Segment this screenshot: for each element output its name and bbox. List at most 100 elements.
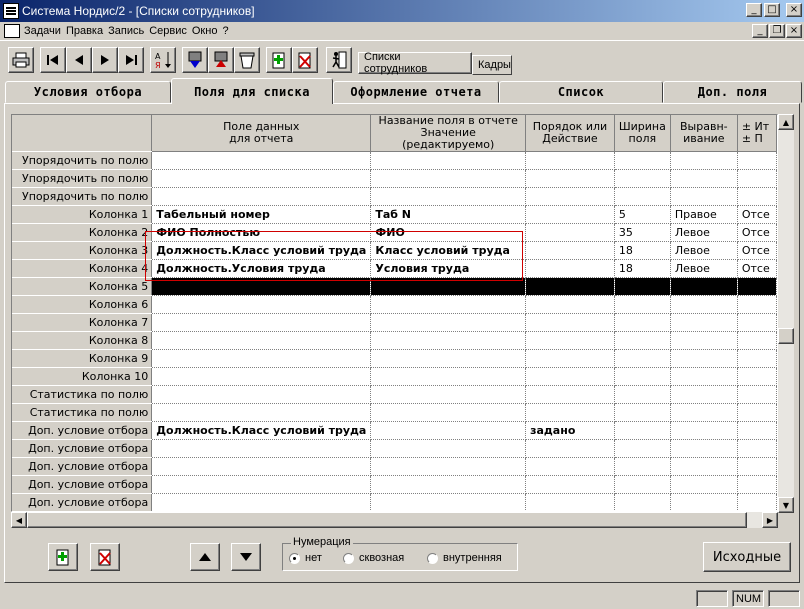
table-row[interactable]: Доп. условие отбора bbox=[12, 493, 777, 511]
cell-extra[interactable] bbox=[737, 385, 777, 404]
tab-usloviya-otbora[interactable]: Условия отбора bbox=[5, 81, 171, 103]
cell-extra[interactable] bbox=[737, 439, 777, 458]
cell-field[interactable] bbox=[151, 439, 372, 458]
menu-servis[interactable]: Сервис bbox=[149, 25, 192, 37]
cell-width[interactable] bbox=[614, 349, 671, 368]
cell-extra[interactable] bbox=[737, 403, 777, 422]
load-icon[interactable] bbox=[182, 47, 208, 73]
cell-width[interactable] bbox=[614, 403, 671, 422]
tab-oformlenie-otcheta[interactable]: Оформление отчета bbox=[333, 81, 499, 103]
cell-width[interactable] bbox=[614, 151, 671, 170]
cell-field[interactable]: Табельный номер bbox=[151, 205, 372, 224]
cell-extra[interactable] bbox=[737, 295, 777, 314]
table-row[interactable]: Статистика по полю bbox=[12, 385, 777, 404]
cell-field[interactable] bbox=[151, 187, 372, 206]
add-record-icon[interactable] bbox=[266, 47, 292, 73]
last-record-icon[interactable] bbox=[118, 47, 144, 73]
cell-extra[interactable] bbox=[737, 493, 777, 511]
exit-icon[interactable] bbox=[326, 47, 352, 73]
delete-record-icon[interactable] bbox=[292, 47, 318, 73]
cell-name[interactable]: Класс условий труда bbox=[370, 241, 527, 260]
cell-align[interactable] bbox=[670, 331, 738, 350]
table-row[interactable]: Колонка 7 bbox=[12, 313, 777, 332]
radio-skvoznaya-circle[interactable] bbox=[343, 552, 354, 564]
next-record-icon[interactable] bbox=[92, 47, 118, 73]
cell-name[interactable] bbox=[370, 331, 527, 350]
cell-align[interactable] bbox=[670, 457, 738, 476]
scroll-left-icon[interactable]: ◀ bbox=[11, 512, 27, 528]
scroll-right-icon[interactable]: ▶ bbox=[762, 512, 778, 528]
close-button[interactable]: × bbox=[786, 3, 802, 17]
table-row[interactable]: Колонка 8 bbox=[12, 331, 777, 350]
radio-skvoznaya[interactable]: сквозная bbox=[343, 552, 404, 564]
menu-zadachi[interactable]: Задачи bbox=[24, 25, 66, 37]
cell-field[interactable]: Должность.Класс условий труда bbox=[151, 241, 372, 260]
cell-order[interactable] bbox=[525, 241, 615, 260]
menu-okno[interactable]: Окно bbox=[192, 25, 223, 37]
fields-grid[interactable]: Поле данных для отчета Название поля в о… bbox=[11, 114, 778, 512]
cell-extra[interactable] bbox=[737, 421, 777, 440]
table-row[interactable]: Колонка 2 ФИО Полностью ФИО 35 Левое Отсе bbox=[12, 223, 777, 242]
cell-name[interactable] bbox=[370, 385, 527, 404]
cell-extra[interactable] bbox=[737, 313, 777, 332]
print-icon[interactable] bbox=[8, 47, 34, 73]
cell-align[interactable] bbox=[670, 421, 738, 440]
tab-dop-polya[interactable]: Доп. поля bbox=[663, 81, 802, 103]
table-row[interactable]: Колонка 3 Должность.Класс условий труда Кл… bbox=[12, 241, 777, 260]
cell-width[interactable] bbox=[614, 295, 671, 314]
cell-width[interactable] bbox=[614, 475, 671, 494]
cell-name[interactable] bbox=[370, 403, 527, 422]
header-align[interactable]: Выравн- ивание bbox=[670, 115, 738, 152]
cell-width[interactable] bbox=[614, 493, 671, 511]
cell-width[interactable] bbox=[614, 187, 671, 206]
cell-field[interactable] bbox=[151, 295, 372, 314]
cell-order[interactable] bbox=[525, 277, 615, 296]
cell-width[interactable] bbox=[614, 457, 671, 476]
cell-order[interactable] bbox=[525, 295, 615, 314]
tab-spiski-sotrudnikov[interactable]: Списки сотрудников bbox=[358, 51, 472, 75]
cell-align[interactable]: Правое bbox=[670, 205, 738, 224]
cell-align[interactable] bbox=[670, 439, 738, 458]
cell-align[interactable] bbox=[670, 493, 738, 511]
header-extra[interactable]: ± Ит ± П bbox=[737, 115, 777, 152]
cell-width[interactable]: 5 bbox=[614, 205, 671, 224]
scroll-down-icon[interactable]: ▼ bbox=[778, 497, 794, 513]
cell-order[interactable] bbox=[525, 457, 615, 476]
header-name[interactable]: Название поля в отчете Значение (редакти… bbox=[370, 115, 527, 152]
scroll-thumb[interactable] bbox=[778, 328, 794, 344]
horizontal-scrollbar[interactable]: ◀ ▶ bbox=[11, 512, 778, 528]
cell-extra[interactable] bbox=[737, 475, 777, 494]
cell-align[interactable]: Левое bbox=[670, 223, 738, 242]
cell-name[interactable] bbox=[370, 151, 527, 170]
radio-net[interactable]: нет bbox=[289, 552, 322, 564]
radio-vnutrennyaya-circle[interactable] bbox=[427, 552, 438, 564]
cell-field[interactable] bbox=[151, 493, 372, 511]
document-icon[interactable] bbox=[4, 24, 20, 38]
cell-name[interactable] bbox=[370, 367, 527, 386]
table-row[interactable]: Колонка 1 Табельный номер Таб N 5 Правое Отсе bbox=[12, 205, 777, 224]
cell-name[interactable] bbox=[370, 475, 527, 494]
cell-field[interactable] bbox=[151, 475, 372, 494]
table-row[interactable]: Доп. условие отбора bbox=[12, 439, 777, 458]
cell-order[interactable] bbox=[525, 403, 615, 422]
cell-field[interactable] bbox=[151, 403, 372, 422]
cell-align[interactable] bbox=[670, 475, 738, 494]
cell-field[interactable] bbox=[151, 313, 372, 332]
cell-name[interactable]: Условия труда bbox=[370, 259, 527, 278]
app-icon[interactable] bbox=[3, 3, 19, 19]
cell-align[interactable] bbox=[670, 187, 738, 206]
cell-extra[interactable]: Отсе bbox=[737, 259, 777, 278]
cell-name[interactable] bbox=[370, 439, 527, 458]
first-record-icon[interactable] bbox=[40, 47, 66, 73]
table-row[interactable]: Колонка 10 bbox=[12, 367, 777, 386]
cell-align[interactable] bbox=[670, 349, 738, 368]
cell-extra[interactable] bbox=[737, 349, 777, 368]
cell-align[interactable] bbox=[670, 367, 738, 386]
hscroll-thumb[interactable] bbox=[27, 512, 747, 528]
cell-order[interactable] bbox=[525, 151, 615, 170]
cell-order[interactable] bbox=[525, 313, 615, 332]
cell-order[interactable] bbox=[525, 475, 615, 494]
cell-name[interactable] bbox=[370, 421, 527, 440]
tab-kadry[interactable]: Кадры bbox=[472, 55, 512, 75]
cell-align[interactable] bbox=[670, 295, 738, 314]
